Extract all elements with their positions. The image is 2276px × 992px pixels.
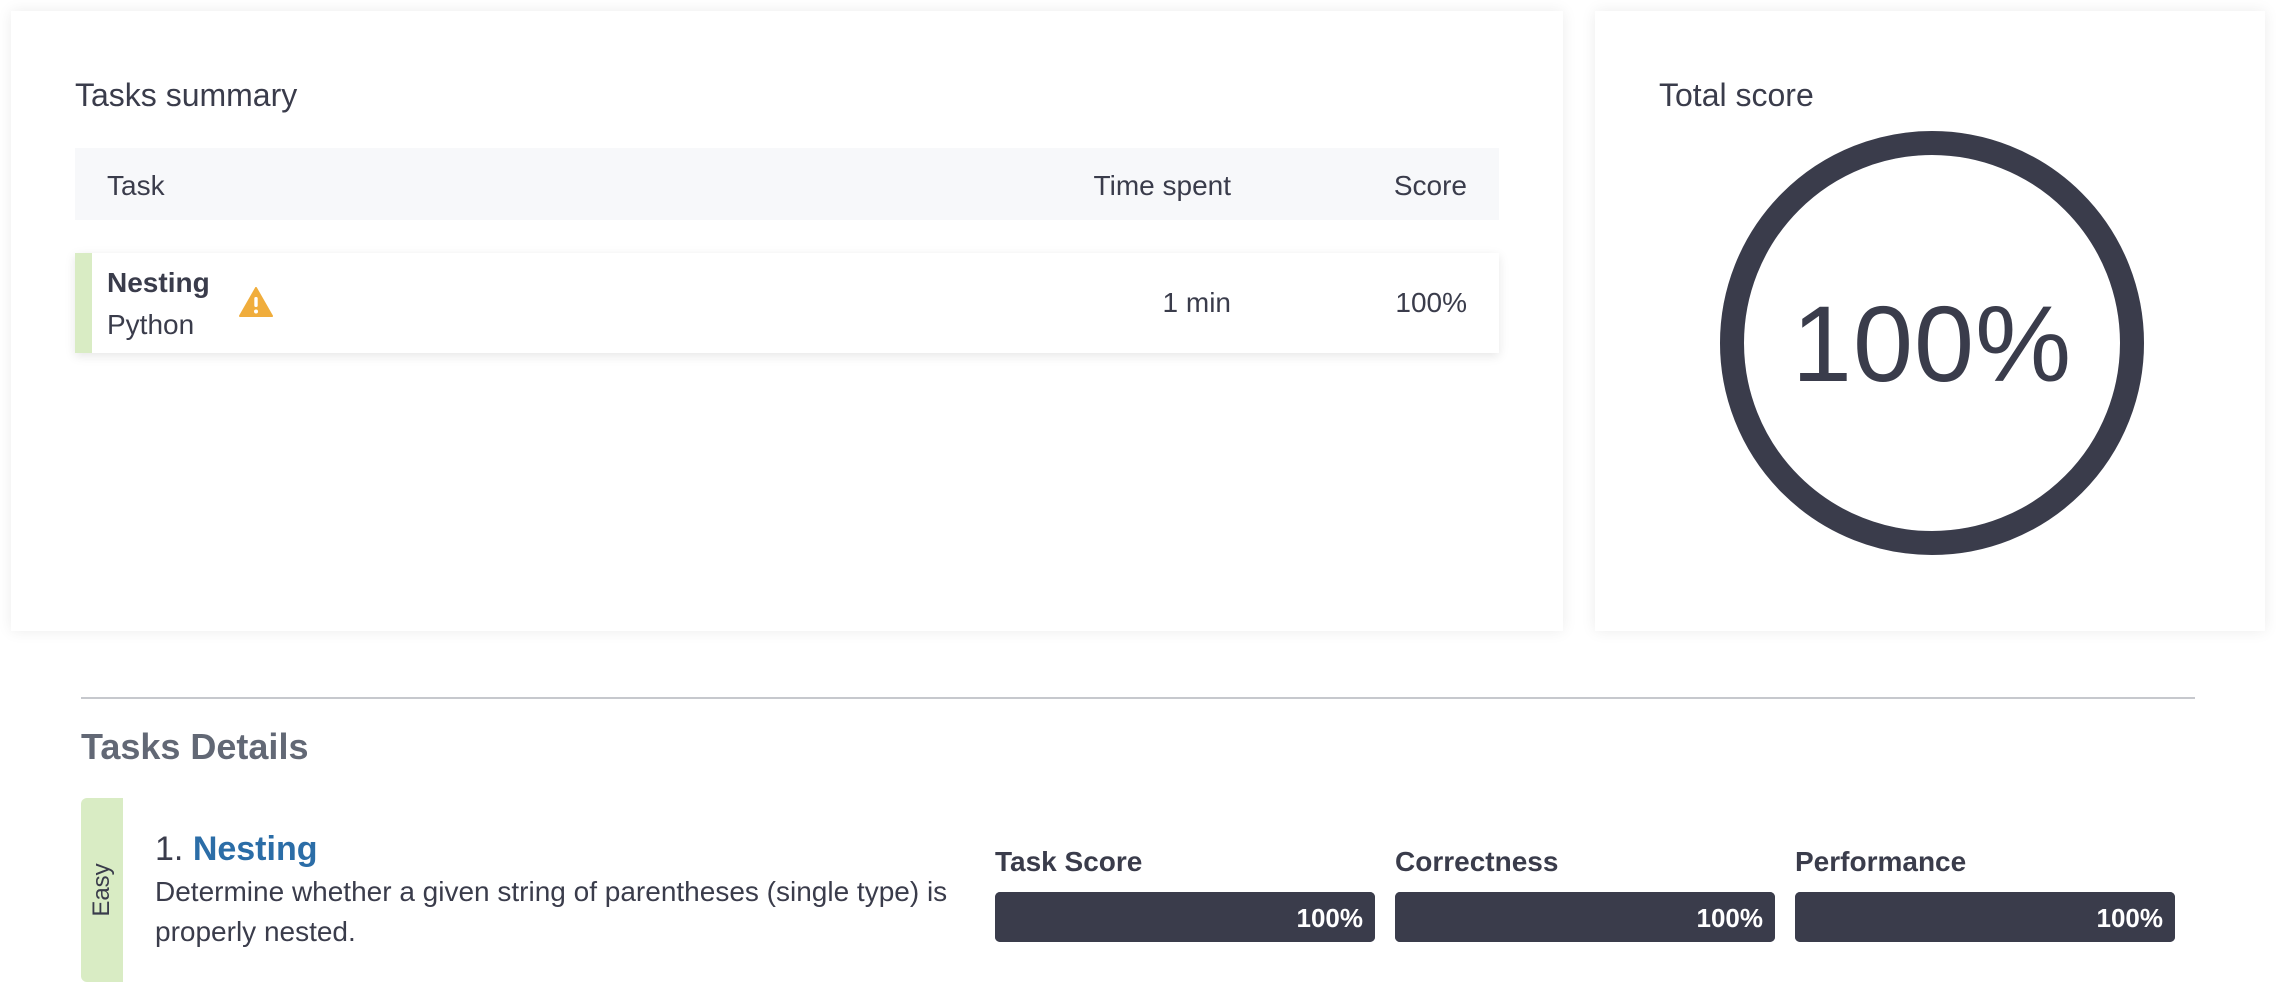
task-name: Nesting xyxy=(107,267,210,298)
total-score-title: Total score xyxy=(1659,77,1814,113)
total-score-card: Total score 100% xyxy=(1595,11,2265,631)
section-divider xyxy=(81,697,2195,699)
difficulty-label: Easy xyxy=(88,863,115,917)
total-score-value: 100% xyxy=(1791,282,2073,404)
metric-bar: 100% xyxy=(995,892,1375,942)
metric-bar: 100% xyxy=(1795,892,2175,942)
table-row[interactable]: Nesting Python 1 min 100% xyxy=(75,253,1499,353)
warning-icon[interactable] xyxy=(239,287,273,317)
task-number: 1. xyxy=(155,830,184,868)
metric-performance: Performance 100% xyxy=(1795,846,2175,942)
task-time-spent: 1 min xyxy=(1162,287,1231,318)
task-description: Determine whether a given string of pare… xyxy=(155,876,948,947)
column-header-task: Task xyxy=(107,170,165,201)
tasks-summary-card: Tasks summary Task Time spent Score Nest… xyxy=(11,11,1563,631)
summary-table-header: Task Time spent Score xyxy=(75,148,1499,220)
tasks-summary-title: Tasks summary xyxy=(75,77,298,113)
column-header-score: Score xyxy=(1393,170,1467,201)
task-score: 100% xyxy=(1395,287,1467,318)
metric-value: 100% xyxy=(2096,903,2164,933)
metric-value: 100% xyxy=(1296,903,1364,933)
metric-label: Performance xyxy=(1795,846,1967,877)
task-language: Python xyxy=(107,309,195,340)
difficulty-stripe xyxy=(75,253,92,353)
task-detail-heading: 1. Nesting xyxy=(155,830,318,869)
metric-bar: 100% xyxy=(1395,892,1775,942)
metric-label: Correctness xyxy=(1395,846,1559,877)
task-name-link[interactable]: Nesting xyxy=(193,830,318,868)
metric-correctness: Correctness 100% xyxy=(1395,846,1775,942)
metric-task-score: Task Score 100% xyxy=(995,846,1375,942)
difficulty-badge: Easy xyxy=(81,798,123,982)
tasks-details-title: Tasks Details xyxy=(81,726,309,767)
metric-label: Task Score xyxy=(995,846,1143,877)
metric-value: 100% xyxy=(1696,903,1764,933)
column-header-time-spent: Time spent xyxy=(1093,170,1231,201)
